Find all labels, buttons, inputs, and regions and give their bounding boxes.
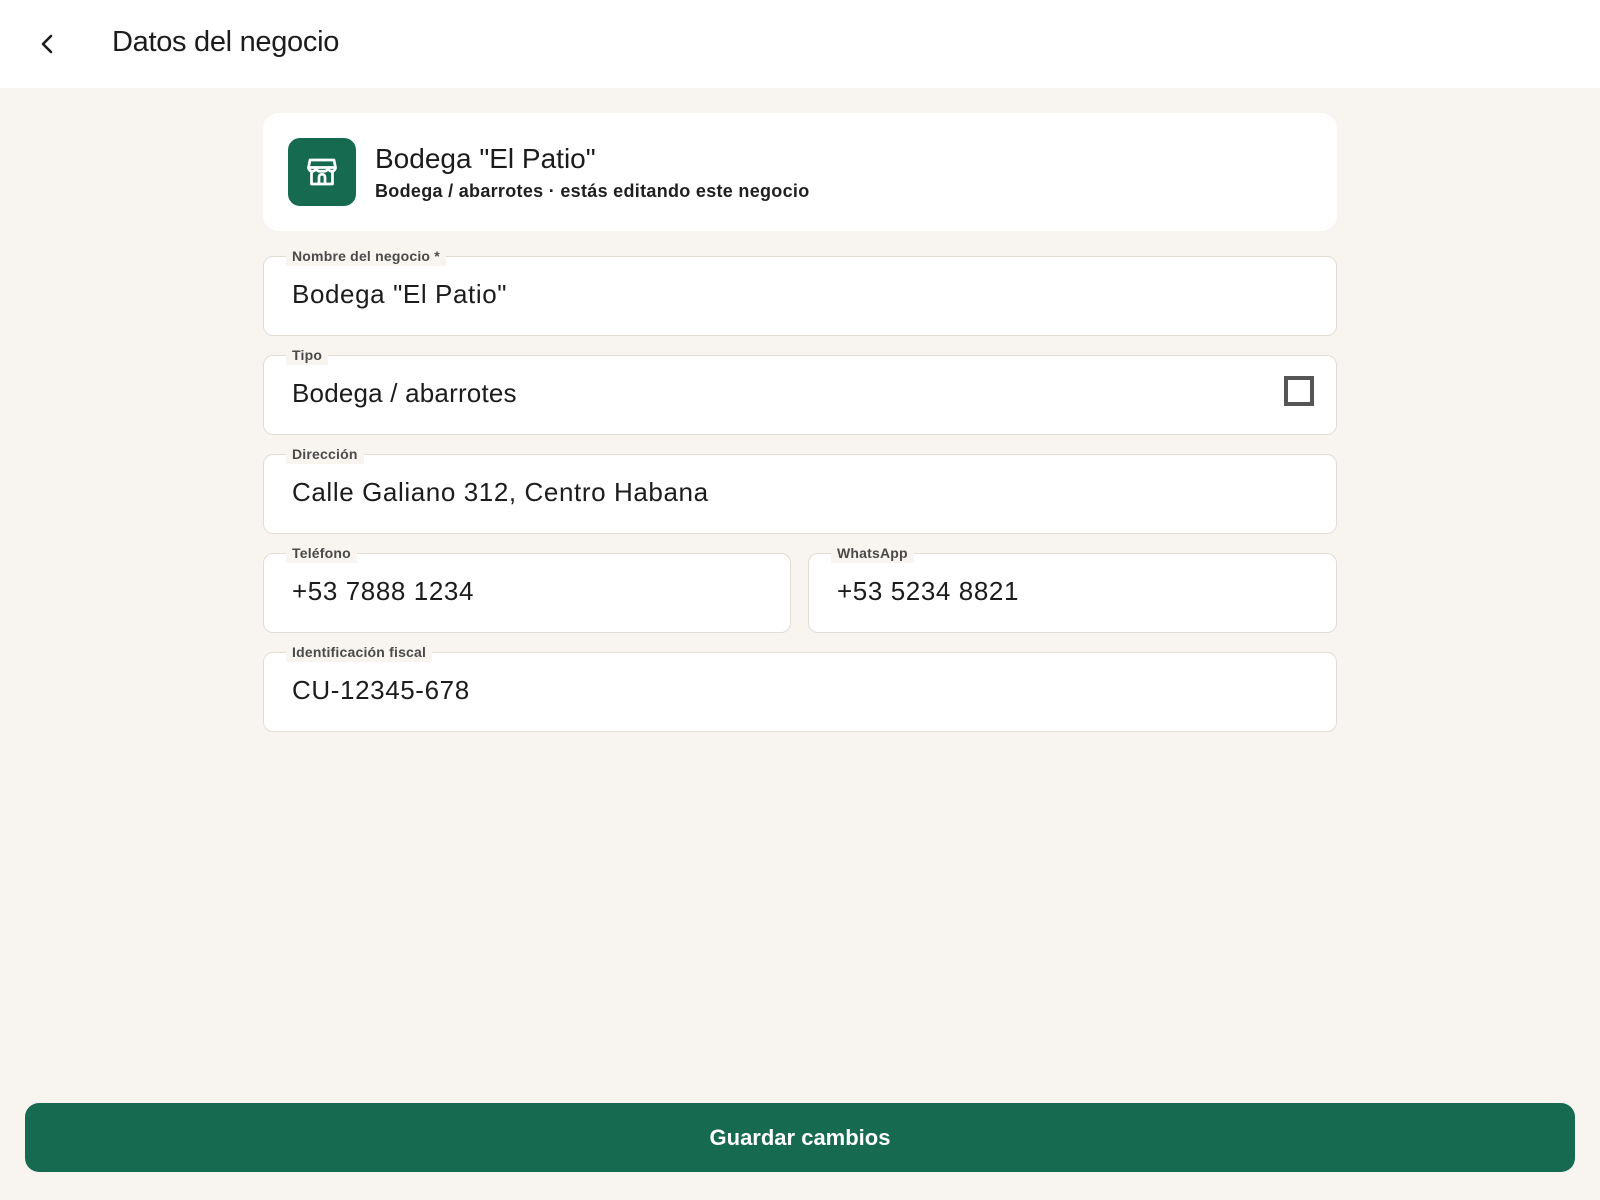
whatsapp-value[interactable]: +53 5234 8821 [837,576,1019,607]
save-button[interactable]: Guardar cambios [25,1103,1575,1172]
address-label: Dirección [286,444,364,464]
address-value[interactable]: Calle Galiano 312, Centro Habana [292,477,709,508]
business-name-value[interactable]: Bodega "El Patio" [292,279,507,310]
type-select[interactable]: Tipo Bodega / abarrotes [263,345,1337,435]
business-name-label: Nombre del negocio * [286,246,446,266]
top-app-bar: Datos del negocio [0,0,1600,88]
business-avatar [288,138,356,206]
type-label: Tipo [286,345,329,365]
form-content: Bodega "El Patio" Bodega / abarrotes · e… [263,113,1337,732]
tax-id-field[interactable]: Identificación fiscal CU-12345-678 [263,642,1337,732]
phone-value[interactable]: +53 7888 1234 [292,576,474,607]
business-name: Bodega "El Patio" [375,143,596,174]
address-field[interactable]: Dirección Calle Galiano 312, Centro Haba… [263,444,1337,534]
phone-label: Teléfono [286,543,357,563]
tax-id-label: Identificación fiscal [286,642,433,662]
business-name-field[interactable]: Nombre del negocio * Bodega "El Patio" [263,246,1337,336]
phone-field[interactable]: Teléfono +53 7888 1234 [263,543,791,633]
dropdown-square-icon[interactable] [1284,376,1314,406]
tax-id-value[interactable]: CU-12345-678 [292,675,470,706]
business-summary-card: Bodega "El Patio" Bodega / abarrotes · e… [263,113,1337,231]
chevron-left-icon [41,34,53,54]
business-subtitle: Bodega / abarrotes · estás editando este… [375,181,810,201]
whatsapp-field[interactable]: WhatsApp +53 5234 8821 [808,543,1337,633]
whatsapp-label: WhatsApp [831,543,914,563]
store-icon [307,158,337,186]
type-value[interactable]: Bodega / abarrotes [292,378,517,409]
page-title: Datos del negocio [112,26,340,58]
back-button[interactable] [24,20,72,68]
